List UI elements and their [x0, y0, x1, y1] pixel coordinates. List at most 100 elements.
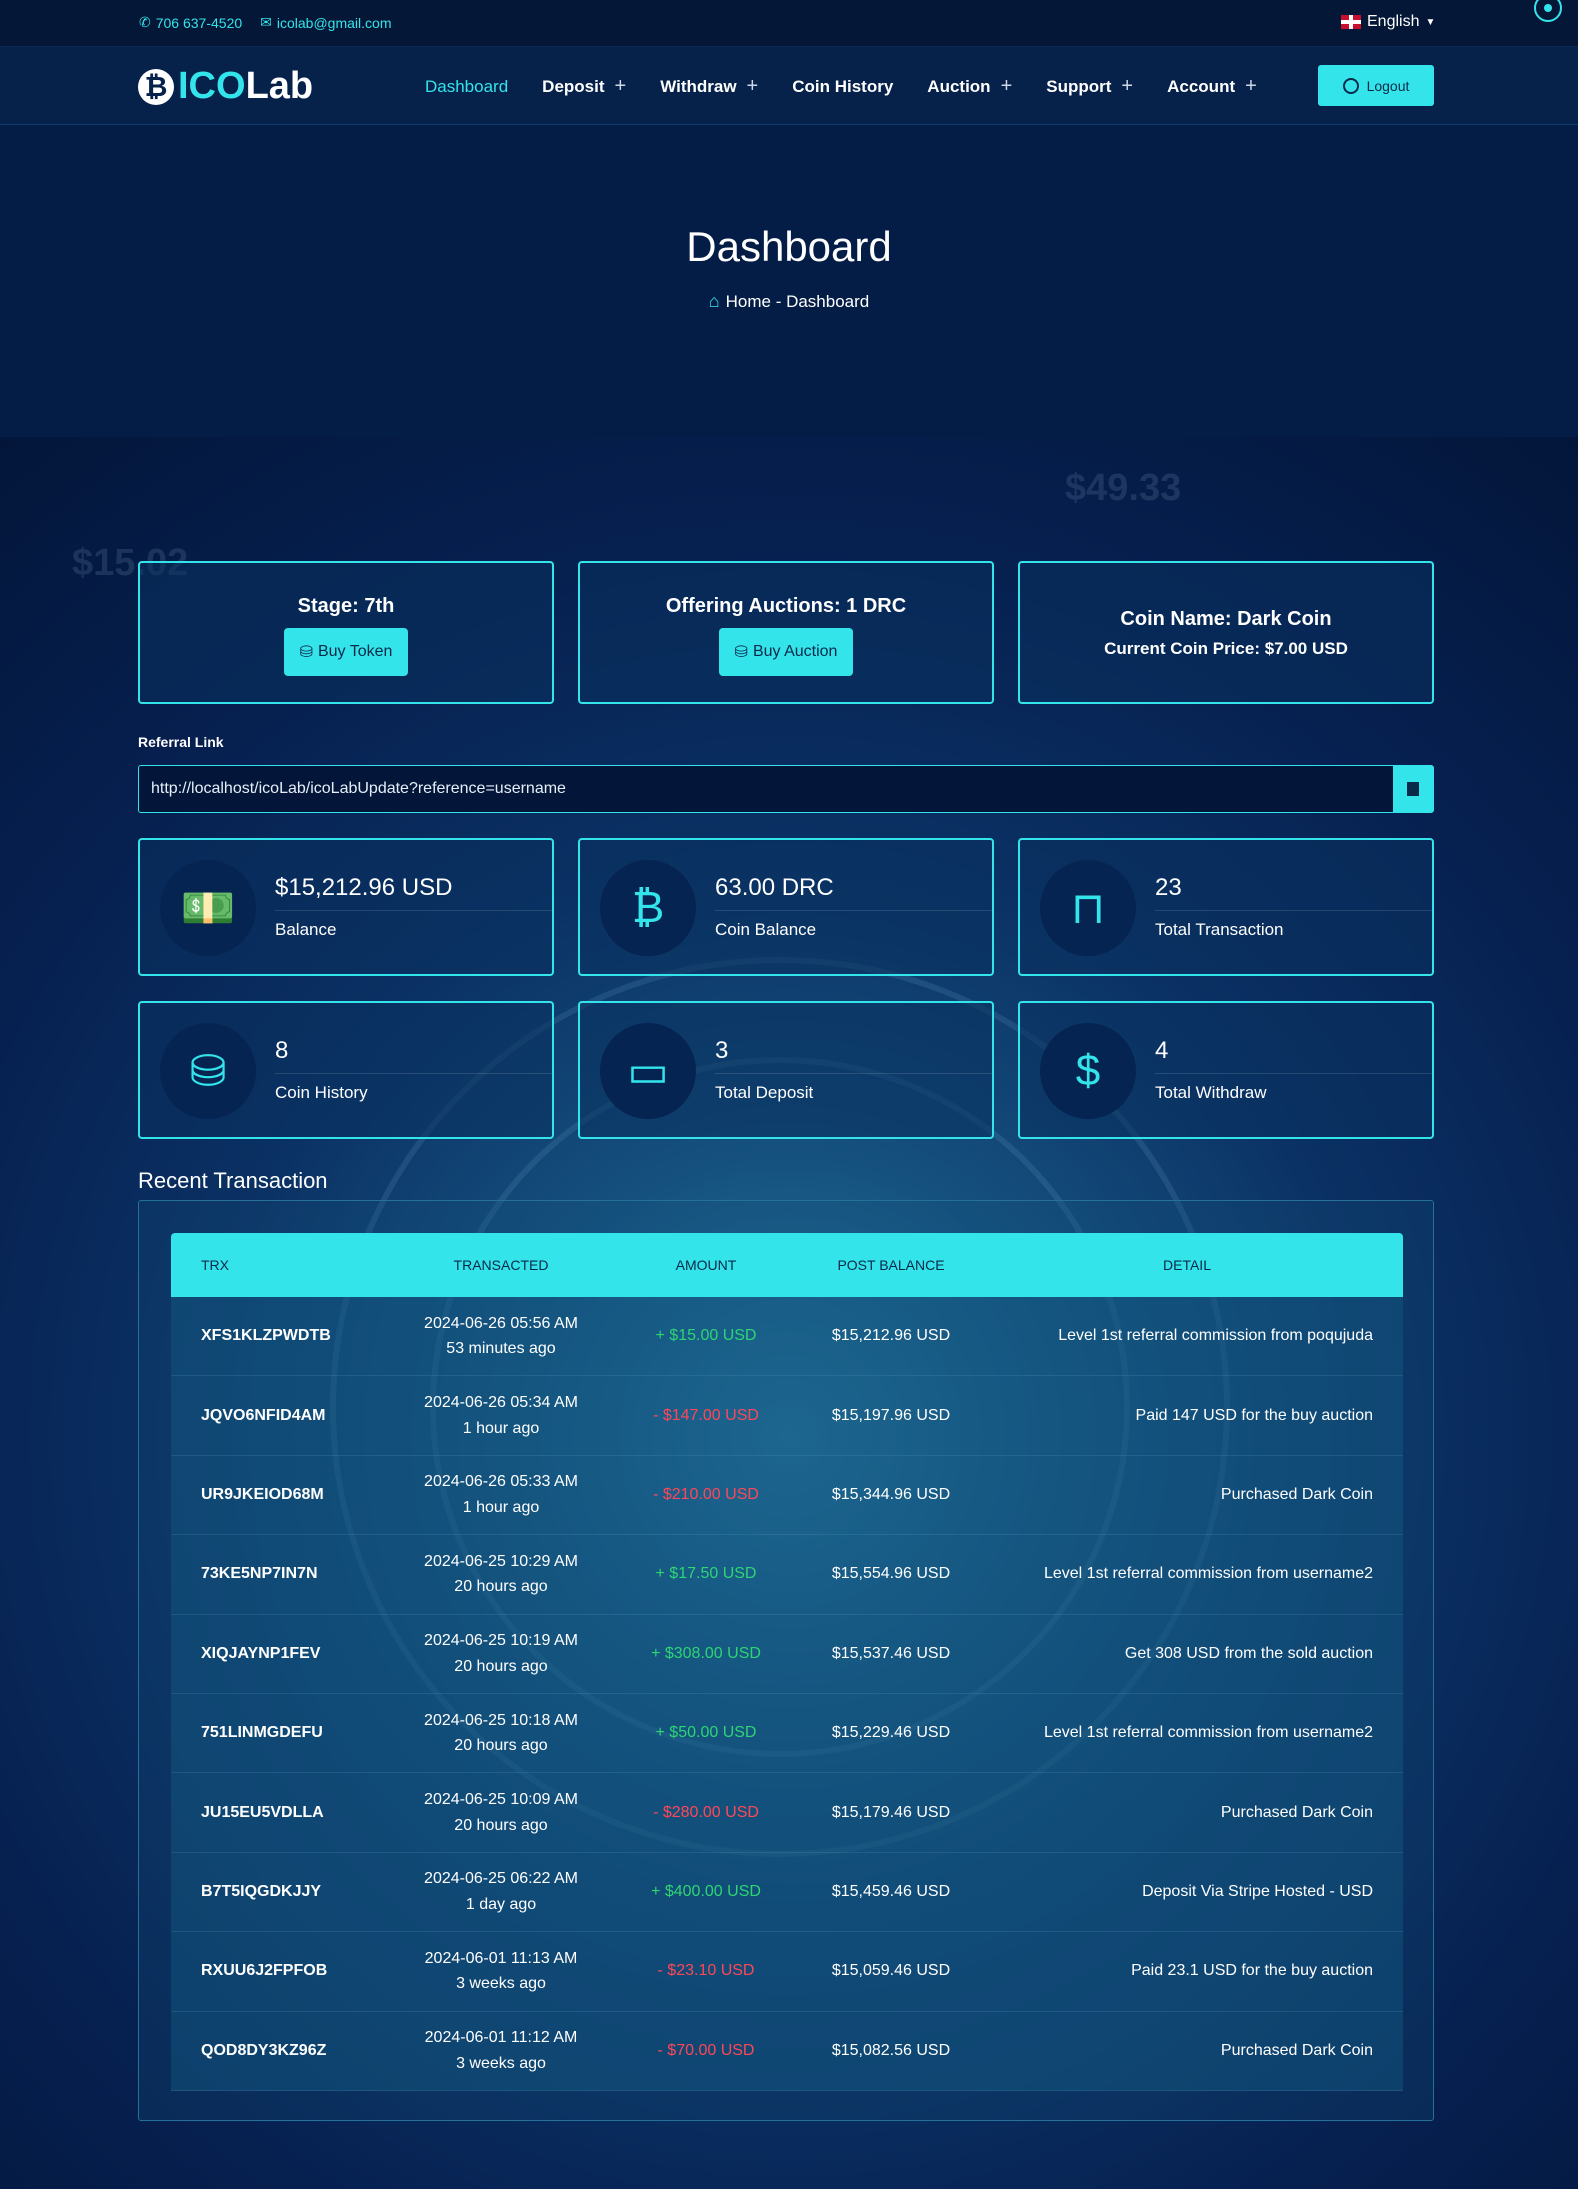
detail-cell: Deposit Via Stripe Hosted - USD	[1142, 1882, 1373, 1900]
transacted-cell: 2024-06-01 11:12 AM 3 weeks ago	[401, 2025, 601, 2076]
nav-item-account[interactable]: Account +	[1167, 75, 1257, 98]
referral-field	[138, 765, 1434, 813]
main-navbar: ₿ ICO Lab Dashboard Deposit + Withdraw + C…	[0, 47, 1578, 125]
stat-card-balance: 💵 $15,212.96 USD Balance	[138, 838, 554, 976]
transacted-cell: 2024-06-26 05:56 AM 53 minutes ago	[401, 1311, 601, 1362]
scroll-indicator-icon[interactable]	[1534, 0, 1562, 22]
offering-title: Offering Auctions: 1 DRC	[665, 595, 907, 617]
stat-card-coin-history: ⛁ 8 Coin History	[138, 1001, 554, 1139]
transacted-ago: 1 hour ago	[462, 1498, 540, 1516]
detail-cell: Paid 23.1 USD for the buy auction	[1131, 1962, 1373, 1980]
transactions-table: TRX TRANSACTED AMOUNT POST BALANCE DETAI…	[171, 1233, 1403, 2091]
amount-cell: - $70.00 USD	[657, 2041, 755, 2059]
transacted-date: 2024-06-25 10:29 AM	[424, 1552, 578, 1570]
language-selector[interactable]: English ▼	[1341, 13, 1435, 31]
table-row: 751LINMGDEFU 2024-06-25 10:18 AM 20 hours …	[171, 1693, 1403, 1774]
detail-cell: Purchased Dark Coin	[1220, 1485, 1373, 1503]
table-row: RXUU6J2FPFOB 2024-06-01 11:13 AM 3 weeks a…	[171, 1932, 1403, 2012]
bitcoin-logo-icon: ₿	[138, 68, 174, 105]
coin-name: Coin Name: Dark Coin	[1120, 608, 1332, 630]
transacted-ago: 20 hours ago	[454, 1737, 548, 1755]
table-row: XIQJAYNP1FEV 2024-06-25 10:19 AM 20 hours …	[171, 1614, 1403, 1694]
uk-flag-icon	[1341, 15, 1361, 29]
nav-label: Deposit	[542, 76, 605, 96]
stat-value: 63.00 DRC	[715, 874, 834, 901]
nav-menu: Dashboard Deposit + Withdraw + Coin Histor…	[425, 75, 1291, 98]
referral-input[interactable]	[151, 780, 1351, 798]
transacted-date: 2024-06-25 10:18 AM	[424, 1711, 578, 1729]
nav-item-auction[interactable]: Auction +	[927, 75, 1012, 98]
plus-icon: +	[614, 75, 627, 97]
site-logo[interactable]: ₿ ICO Lab	[138, 65, 313, 108]
transacted-cell: 2024-06-01 11:13 AM 3 weeks ago	[401, 1946, 601, 1997]
transactions-panel: TRX TRANSACTED AMOUNT POST BALANCE DETAI…	[138, 1200, 1434, 2121]
post-balance-cell: $15,229.46 USD	[831, 1724, 951, 1742]
transacted-date: 2024-06-01 11:13 AM	[424, 1949, 578, 1967]
phone-link[interactable]: ✆ 706 637-4520	[139, 14, 242, 31]
divider	[275, 910, 552, 911]
phone-number: 706 637-4520	[155, 14, 243, 31]
breadcrumb[interactable]: ⌂ Home - Dashboard	[0, 291, 1578, 312]
plus-icon: +	[1245, 75, 1257, 97]
trx-cell: 751LINMGDEFU	[201, 1724, 323, 1742]
coins-icon: ⛁	[734, 644, 748, 661]
logout-icon	[1342, 77, 1359, 94]
trx-cell: JU15EU5VDLLA	[201, 1803, 324, 1821]
transacted-cell: 2024-06-25 10:18 AM 20 hours ago	[401, 1708, 601, 1759]
table-header: TRX TRANSACTED AMOUNT POST BALANCE DETAI…	[171, 1233, 1403, 1297]
nav-item-dashboard[interactable]: Dashboard	[425, 75, 508, 98]
transacted-ago: 3 weeks ago	[456, 1975, 546, 1993]
column-header: AMOUNT	[675, 1257, 737, 1273]
detail-cell: Level 1st referral commission from usern…	[1043, 1724, 1373, 1742]
detail-cell: Get 308 USD from the sold auction	[1124, 1644, 1373, 1662]
post-balance-cell: $15,344.96 USD	[831, 1485, 951, 1503]
transacted-ago: 20 hours ago	[454, 1657, 548, 1675]
nav-item-support[interactable]: Support +	[1046, 75, 1133, 98]
transacted-ago: 3 weeks ago	[456, 2054, 546, 2072]
book-icon: ⊓	[1040, 860, 1136, 956]
nav-item-withdraw[interactable]: Withdraw +	[660, 75, 758, 98]
coin-price: Current Coin Price: $7.00 USD	[1104, 639, 1348, 658]
post-balance-cell: $15,179.46 USD	[831, 1803, 951, 1821]
copy-button[interactable]	[1393, 766, 1433, 812]
divider	[275, 1073, 552, 1074]
trx-cell: UR9JKEIOD68M	[201, 1485, 324, 1503]
buy-token-button[interactable]: ⛁ Buy Token	[283, 628, 409, 676]
bitcoin-icon: ₿	[600, 860, 696, 956]
nav-item-coin-history[interactable]: Coin History	[792, 75, 893, 98]
coin-info-card: Coin Name: Dark Coin Current Coin Price:…	[1018, 561, 1434, 704]
top-contact-bar: ✆ 706 637-4520 ✉ icolab@gmail.com English …	[0, 0, 1578, 47]
coins-icon: ⛁	[160, 1023, 256, 1119]
contact-info: ✆ 706 637-4520 ✉ icolab@gmail.com	[139, 14, 391, 31]
post-balance-cell: $15,082.56 USD	[831, 2041, 951, 2059]
nav-item-deposit[interactable]: Deposit +	[542, 75, 626, 98]
transacted-ago: 1 day ago	[465, 1895, 537, 1913]
page-title: Dashboard	[686, 223, 892, 270]
table-row: JU15EU5VDLLA 2024-06-25 10:09 AM 20 hours …	[171, 1773, 1403, 1853]
stat-card-total-transaction: ⊓ 23 Total Transaction	[1018, 838, 1434, 976]
transacted-date: 2024-06-26 05:34 AM	[424, 1393, 578, 1411]
trx-cell: B7T5IQGDKJJY	[201, 1882, 322, 1900]
amount-cell: - $23.10 USD	[657, 1962, 755, 1980]
money-icon: 💵	[160, 860, 256, 956]
amount-cell: + $15.00 USD	[655, 1327, 757, 1345]
divider	[1155, 1073, 1432, 1074]
plus-icon: +	[1121, 75, 1134, 97]
buy-auction-button[interactable]: ⛁ Buy Auction	[718, 628, 854, 676]
transacted-cell: 2024-06-26 05:34 AM 1 hour ago	[401, 1390, 601, 1441]
page-header: Dashboard ⌂ Home - Dashboard	[0, 125, 1578, 437]
transacted-ago: 53 minutes ago	[446, 1340, 556, 1358]
transacted-date: 2024-06-25 10:09 AM	[424, 1790, 578, 1808]
detail-cell: Purchased Dark Coin	[1220, 1803, 1373, 1821]
logout-button[interactable]: Logout	[1318, 65, 1434, 106]
logo-text-lab: Lab	[245, 65, 314, 107]
trx-cell: JQVO6NFID4AM	[201, 1406, 326, 1424]
transacted-date: 2024-06-26 05:56 AM	[424, 1314, 578, 1332]
stat-value: 4	[1155, 1037, 1169, 1064]
email-link[interactable]: ✉ icolab@gmail.com	[260, 14, 391, 31]
nav-label: Dashboard	[425, 76, 509, 96]
phone-icon: ✆	[139, 14, 151, 30]
nav-label: Support	[1046, 76, 1112, 96]
stage-card: Stage: 7th ⛁ Buy Token	[138, 561, 554, 704]
trx-cell: XIQJAYNP1FEV	[201, 1644, 321, 1662]
